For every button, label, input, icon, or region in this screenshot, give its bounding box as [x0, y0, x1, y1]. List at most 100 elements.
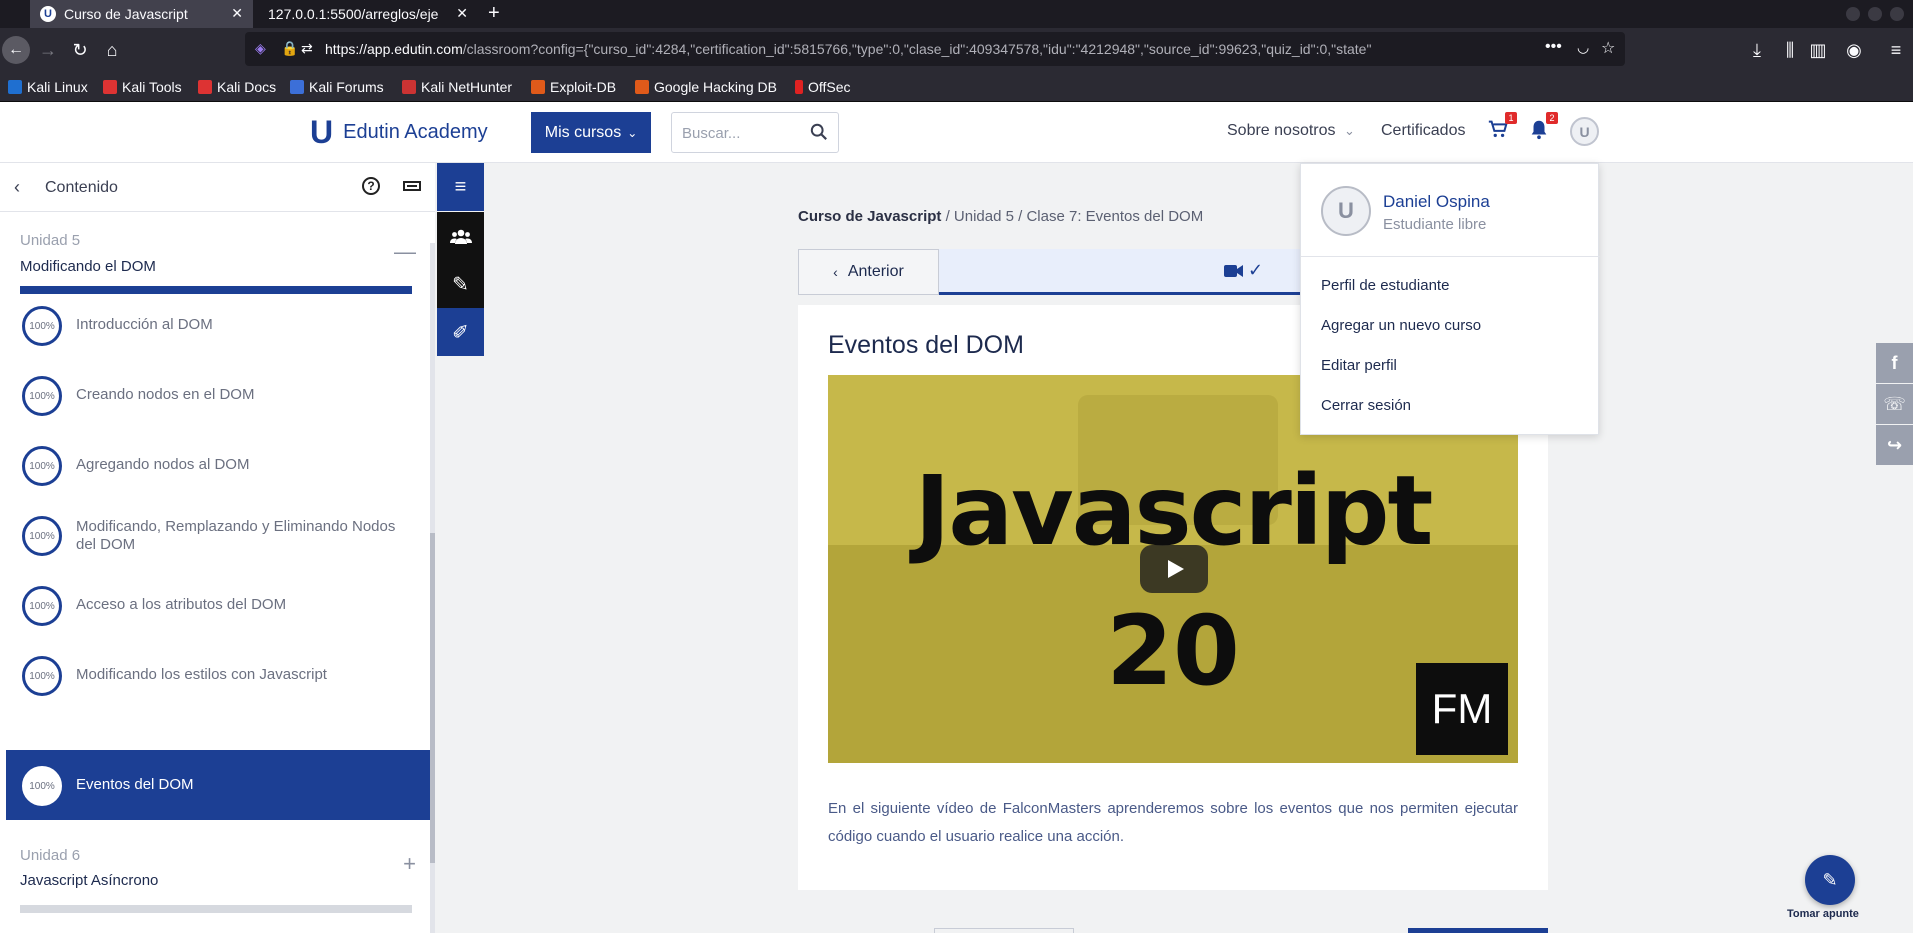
new-tab-icon[interactable]: + — [488, 2, 500, 25]
back-icon[interactable]: ← — [2, 36, 30, 64]
bookmark-exploit-db[interactable]: Exploit-DB — [531, 79, 616, 95]
lesson-item-active[interactable]: 100% Eventos del DOM — [6, 750, 430, 820]
bookmark-kali-docs[interactable]: Kali Docs — [198, 79, 276, 95]
unit-6-section[interactable]: Unidad 6 Javascript Asíncrono + — [6, 835, 430, 925]
user-avatar-button[interactable]: U — [1570, 117, 1599, 146]
lesson-item[interactable]: 100% Creando nodos en el DOM — [6, 360, 430, 430]
pencil-icon[interactable]: ✎ — [437, 260, 484, 308]
share-icon[interactable]: ↪ — [1876, 425, 1913, 465]
browser-tabbar: U Curso de Javascript ✕ 127.0.0.1:5500/a… — [0, 0, 1913, 28]
menu-item-cerrar-sesion[interactable]: Cerrar sesión — [1321, 397, 1411, 414]
scrollbar-thumb[interactable] — [430, 533, 435, 863]
pencil-icon: ✎ — [1822, 869, 1838, 890]
whatsapp-icon[interactable]: ☏ — [1876, 384, 1913, 424]
search-icon[interactable] — [810, 123, 828, 141]
lesson-item[interactable]: 100% Introducción al DOM — [6, 290, 430, 360]
more-icon[interactable]: ••• — [1545, 38, 1562, 56]
collapse-sidebar-icon[interactable] — [403, 181, 421, 191]
lesson-title: Modificando, Remplazando y Eliminando No… — [76, 518, 396, 553]
edutin-logo[interactable]: U Edutin Academy — [310, 116, 488, 148]
account-icon[interactable]: ◉ — [1842, 38, 1866, 62]
bookmark-offsec[interactable]: OffSec — [795, 79, 851, 95]
lesson-item[interactable]: 100% Modificando, Remplazando y Eliminan… — [6, 500, 430, 570]
reload-icon[interactable]: ↻ — [68, 38, 92, 62]
sidebar-icon[interactable]: ▥ — [1806, 38, 1830, 62]
progress-ring: 100% — [22, 306, 62, 346]
lesson-item[interactable]: 100% Acceso a los atributos del DOM — [6, 570, 430, 640]
menu-list-icon[interactable]: ≡ — [437, 163, 484, 211]
breadcrumb-course-link[interactable]: Curso de Javascript — [798, 208, 941, 225]
close-icon[interactable]: ✕ — [231, 5, 243, 22]
certificados-link[interactable]: Certificados — [1381, 122, 1465, 140]
bookmark-kali-linux[interactable]: Kali Linux — [8, 79, 88, 95]
forward-icon[interactable]: → — [36, 38, 60, 62]
menu-icon[interactable]: ≡ — [1884, 38, 1908, 62]
bookmark-kali-tools[interactable]: Kali Tools — [103, 79, 182, 95]
star-icon[interactable]: ☆ — [1601, 38, 1615, 58]
pocket-icon[interactable]: ◡ — [1577, 39, 1589, 56]
facebook-icon[interactable]: f — [1876, 343, 1913, 383]
lesson-title: Eventos del DOM — [76, 776, 194, 793]
take-note-button[interactable]: ✎ — [1805, 855, 1855, 905]
menu-item-agregar-curso[interactable]: Agregar un nuevo curso — [1321, 317, 1481, 334]
browser-tab-active[interactable]: U Curso de Javascript ✕ — [30, 0, 253, 28]
expand-icon[interactable]: + — [403, 851, 416, 877]
progress-ring: 100% — [22, 586, 62, 626]
lesson-description: En el siguiente vídeo de FalconMasters a… — [828, 800, 1518, 845]
edit-note-icon[interactable]: ✐ — [437, 308, 484, 356]
collapse-icon[interactable]: — — [394, 239, 416, 265]
progress-ring: 100% — [22, 446, 62, 486]
browser-tab[interactable]: 127.0.0.1:5500/arreglos/eje ✕ — [258, 0, 478, 28]
help-icon[interactable]: ? — [362, 177, 380, 195]
lesson-item[interactable]: 100% Agregando nodos al DOM — [6, 430, 430, 500]
nethunter-icon — [402, 80, 416, 94]
notification-badge: 2 — [1546, 112, 1558, 124]
menu-item-perfil[interactable]: Perfil de estudiante — [1321, 277, 1449, 294]
bookmark-kali-nethunter[interactable]: Kali NetHunter — [402, 79, 512, 95]
unit-name: Javascript Asíncrono — [20, 872, 159, 889]
site-header: U Edutin Academy Mis cursos ⌄ Buscar... … — [0, 102, 1913, 163]
anterior-button[interactable]: ‹ Anterior — [798, 249, 939, 295]
play-icon[interactable] — [1140, 545, 1208, 593]
library-icon[interactable]: ⫼ — [1778, 38, 1802, 62]
permissions-icon: ⇄ — [301, 40, 313, 56]
bottom-button-primary[interactable] — [1408, 928, 1548, 933]
unit-name: Modificando el DOM — [20, 258, 156, 275]
browser-navbar: ← → ↻ ⌂ ◈ 🔒 ⇄ https://app.edutin.com/cla… — [0, 28, 1913, 72]
lesson-item[interactable]: 100% Modificando los estilos con Javascr… — [6, 640, 430, 710]
cart-badge: 1 — [1505, 112, 1517, 124]
home-icon[interactable]: ⌂ — [100, 38, 124, 62]
shield-icon: ◈ — [255, 40, 266, 56]
maximize-window-button[interactable] — [1868, 7, 1882, 21]
cart-icon[interactable]: 1 — [1487, 112, 1517, 142]
sobre-nosotros-link[interactable]: Sobre nosotros ⌄ — [1227, 122, 1355, 140]
lesson-title: Creando nodos en el DOM — [76, 386, 255, 403]
video-camera-icon — [1223, 264, 1243, 277]
bottom-button-outline[interactable] — [934, 928, 1074, 933]
mis-cursos-button[interactable]: Mis cursos ⌄ — [531, 112, 651, 153]
sidebar-title: Contenido — [45, 179, 118, 196]
sidebar-scrollbar[interactable] — [430, 243, 435, 933]
minimize-window-button[interactable] — [1846, 7, 1860, 21]
chevron-left-icon[interactable]: ‹ — [14, 177, 20, 198]
close-icon[interactable]: ✕ — [456, 5, 468, 22]
kali-icon — [8, 80, 22, 94]
bookmark-google-hacking-db[interactable]: Google Hacking DB — [635, 79, 777, 95]
community-icon[interactable] — [437, 212, 484, 260]
download-icon[interactable]: ⤓ — [1745, 38, 1769, 62]
close-window-button[interactable] — [1890, 7, 1904, 21]
offsec-icon — [795, 80, 803, 94]
url-bar[interactable]: ◈ 🔒 ⇄ https://app.edutin.com/classroom?c… — [245, 32, 1625, 66]
tab-label: Curso de Javascript — [64, 6, 188, 22]
unit-label: Unidad 5 — [20, 232, 81, 249]
channel-logo: FM — [1416, 663, 1508, 755]
bell-icon[interactable]: 2 — [1528, 112, 1558, 142]
menu-item-editar-perfil[interactable]: Editar perfil — [1321, 357, 1397, 374]
unit-progress-bar — [20, 905, 412, 913]
bookmark-kali-forums[interactable]: Kali Forums — [290, 79, 384, 95]
url-text: https://app.edutin.com/classroom?config=… — [325, 41, 1372, 57]
edutin-logo-icon: U — [310, 114, 334, 150]
avatar: U — [1321, 186, 1371, 236]
search-input[interactable]: Buscar... — [671, 112, 839, 153]
video-title-line2: 20 — [1106, 595, 1240, 707]
